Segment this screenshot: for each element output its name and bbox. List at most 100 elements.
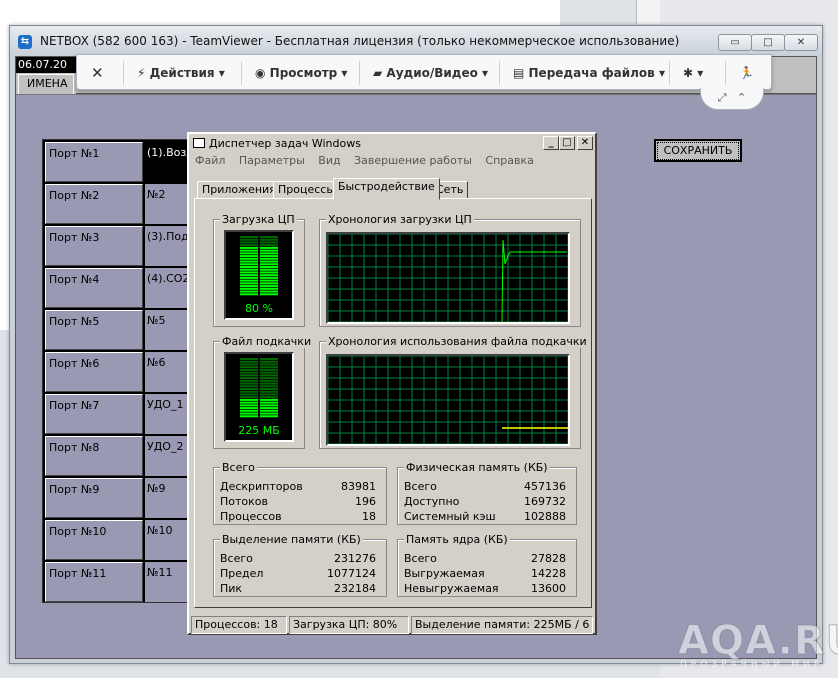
status-cpu: Загрузка ЦП: 80% xyxy=(289,616,409,634)
menu-help[interactable]: Справка xyxy=(485,154,533,167)
port-label[interactable]: Порт №1 xyxy=(45,142,143,182)
port-name[interactable]: УДО_2 xyxy=(145,436,191,476)
cpu-meter-segment xyxy=(240,255,258,258)
pagefile-meter-segment xyxy=(260,382,278,385)
tab-names[interactable]: ИМЕНА xyxy=(18,74,74,94)
tm-close-button[interactable]: ✕ xyxy=(577,136,593,150)
cpu-meter-segment xyxy=(240,263,258,266)
cpu-meter-segment xyxy=(240,236,258,238)
pagefile-meter-segment xyxy=(240,385,258,388)
cpu-meter-segment xyxy=(240,244,258,247)
kernel-total-label: Всего xyxy=(404,552,437,565)
stat-processes-value: 18 xyxy=(362,510,376,523)
port-label[interactable]: Порт №3 xyxy=(45,226,143,266)
port-label[interactable]: Порт №7 xyxy=(45,394,143,434)
physical-memory-title: Физическая память (КБ) xyxy=(404,461,550,474)
port-name[interactable]: (4).CO2 xyxy=(145,268,191,308)
cpu-meter-segment xyxy=(260,238,278,241)
tm-maximize-button[interactable]: □ xyxy=(559,136,575,150)
tab-performance[interactable]: Быстродействие xyxy=(333,178,440,200)
close-button[interactable]: ✕ xyxy=(784,34,818,51)
task-manager-titlebar[interactable]: Диспетчер задач Windows xyxy=(191,135,593,153)
cpu-meter-segment xyxy=(260,263,278,266)
cpu-meter-segment xyxy=(260,279,278,282)
port-label[interactable]: Порт №4 xyxy=(45,268,143,308)
port-label[interactable]: Порт №6 xyxy=(45,352,143,392)
cpu-meter-segment xyxy=(240,285,258,288)
cpu-meter-segment xyxy=(260,282,278,285)
phys-total-label: Всего xyxy=(404,480,437,493)
port-label[interactable]: Порт №5 xyxy=(45,310,143,350)
pagefile-meter-segment xyxy=(260,390,278,393)
kernel-paged-label: Выгружаемая xyxy=(404,567,485,580)
menu-options[interactable]: Параметры xyxy=(239,154,305,167)
toolbar-separator xyxy=(725,61,726,85)
menu-file[interactable]: Файл xyxy=(195,154,225,167)
port-name[interactable]: (1).Возд xyxy=(145,142,191,182)
cpu-meter-segment xyxy=(260,246,278,249)
pagefile-group: Файл подкачки 225 МБ xyxy=(213,335,314,449)
pagefile-meter-segment xyxy=(240,412,258,415)
close-session-icon[interactable]: ✕ xyxy=(91,55,104,91)
teamviewer-toolbar: ✕ ⚡ Действия ▾ ◉ Просмотр ▾ ▰ Аудио/Виде… xyxy=(76,54,772,90)
cpu-meter-segment xyxy=(240,279,258,282)
pagefile-meter-segment xyxy=(240,382,258,385)
collapse-icon[interactable]: ⌃ xyxy=(737,91,746,104)
cpu-meter-segment xyxy=(240,238,258,241)
file-transfer-menu[interactable]: ▤ Передача файлов ▾ xyxy=(513,55,665,91)
cpu-meter-segment xyxy=(240,257,258,260)
title-bar[interactable]: ⇆ NETBOX (582 600 163) - TeamViewer - Бе… xyxy=(10,26,822,56)
port-label[interactable]: Порт №8 xyxy=(45,436,143,476)
port-label[interactable]: Порт №10 xyxy=(45,520,143,560)
cpu-meter-segment xyxy=(260,285,278,288)
tm-minimize-button[interactable]: _ xyxy=(543,136,559,150)
cpu-meter: 80 % xyxy=(224,230,294,320)
cpu-meter-segment xyxy=(240,241,258,244)
port-label[interactable]: Порт №2 xyxy=(45,184,143,224)
task-manager-title: Диспетчер задач Windows xyxy=(209,137,361,150)
audio-video-menu[interactable]: ▰ Аудио/Видео ▾ xyxy=(373,55,488,91)
view-menu[interactable]: ◉ Просмотр ▾ xyxy=(255,55,347,91)
cpu-meter-segment xyxy=(240,271,258,274)
port-name[interactable]: УДО_1 xyxy=(145,394,191,434)
port-name[interactable]: №11 xyxy=(145,562,191,602)
tab-applications[interactable]: Приложения xyxy=(197,181,281,199)
maximize-button[interactable]: □ xyxy=(751,34,785,51)
pagefile-meter-segment xyxy=(240,401,258,404)
cpu-history-line xyxy=(501,239,567,322)
port-label[interactable]: Порт №9 xyxy=(45,478,143,518)
exit-icon[interactable]: 🏃 xyxy=(739,55,754,91)
pagefile-meter-segment xyxy=(260,388,278,390)
port-name[interactable]: №5 xyxy=(145,310,191,350)
menu-shutdown[interactable]: Завершение работы xyxy=(354,154,472,167)
pagefile-meter-segment xyxy=(240,377,258,380)
port-name[interactable]: №10 xyxy=(145,520,191,560)
file-transfer-label: Передача файлов xyxy=(528,66,655,80)
cpu-meter-segment xyxy=(260,274,278,277)
minimize-button[interactable]: ▭ xyxy=(718,34,752,51)
teamviewer-logo-icon: ⇆ xyxy=(18,35,32,49)
tab-processes[interactable]: Процессы xyxy=(273,181,341,199)
pagefile-meter-segment xyxy=(260,407,278,410)
phys-cache-label: Системный кэш xyxy=(404,510,496,523)
actions-menu[interactable]: ⚡ Действия ▾ xyxy=(137,55,225,91)
pagefile-meter-segment xyxy=(260,366,278,369)
port-name[interactable]: (3).Подм xyxy=(145,226,191,266)
extras-menu[interactable]: ✱ ▾ xyxy=(683,55,703,91)
toolbar-collapse[interactable]: ⤢ ⌃ xyxy=(700,88,764,110)
port-label[interactable]: Порт №11 xyxy=(45,562,143,602)
audio-video-label: Аудио/Видео xyxy=(386,66,478,80)
pagefile-meter-segment xyxy=(240,363,258,366)
save-button[interactable]: СОХРАНИТЬ xyxy=(654,139,742,162)
fullscreen-icon[interactable]: ⤢ xyxy=(718,91,727,104)
toolbar-separator xyxy=(241,61,242,85)
commit-charge-group: Выделение памяти (КБ) Всего 231276 Преде… xyxy=(213,533,387,597)
port-name[interactable]: №9 xyxy=(145,478,191,518)
watermark-subtitle: ПРОЗРАЧНЫЙ МИР xyxy=(680,660,824,670)
port-name[interactable]: №6 xyxy=(145,352,191,392)
menu-view[interactable]: Вид xyxy=(318,154,340,167)
port-name[interactable]: №2 xyxy=(145,184,191,224)
status-commit: Выделение памяти: 225МБ / 6 xyxy=(411,616,593,634)
pagefile-meter-segment xyxy=(240,371,258,374)
pagefile-meter-segment xyxy=(240,393,258,396)
